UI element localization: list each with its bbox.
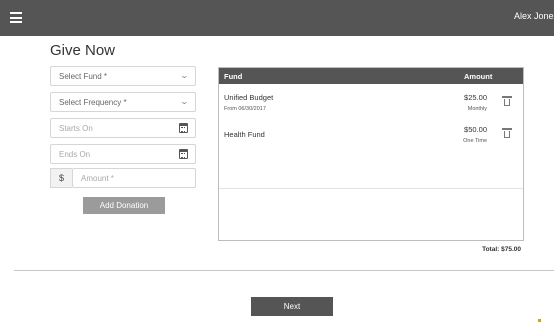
chevron-down-icon: ⌄ — [179, 71, 190, 80]
footer-divider — [14, 270, 554, 271]
starts-on-field[interactable]: Starts On — [50, 118, 196, 138]
fund-select-value: Select Fund * — [59, 72, 108, 81]
frequency-select[interactable]: Select Frequency * ⌄ — [50, 92, 196, 112]
table-row: Health Fund $50.00 One Time — [219, 120, 523, 150]
ends-on-field[interactable]: Ends On — [50, 144, 196, 164]
starts-on-placeholder: Starts On — [59, 124, 93, 133]
frequency-select-value: Select Frequency * — [59, 98, 127, 107]
chevron-down-icon: ⌄ — [179, 97, 190, 106]
add-donation-button[interactable]: Add Donation — [83, 197, 165, 214]
donation-summary-table: Fund Amount Unified Budget From 06/30/20… — [218, 67, 524, 241]
page-title: Give Now — [50, 42, 116, 59]
fund-name: Health Fund — [224, 130, 265, 139]
top-app-bar: Alex Jones — [0, 0, 554, 36]
donation-amount: $25.00 — [464, 93, 487, 102]
donation-frequency: Monthly — [467, 106, 487, 112]
donation-total: Total: $75.00 — [482, 246, 521, 253]
table-row: Unified Budget From 06/30/2017 $25.00 Mo… — [219, 88, 523, 118]
next-button[interactable]: Next — [251, 297, 333, 316]
column-header-amount: Amount — [464, 72, 493, 81]
security-badge-icon — [538, 318, 554, 326]
donation-frequency: One Time — [463, 138, 487, 144]
column-header-fund: Fund — [224, 72, 243, 81]
donation-amount: $50.00 — [464, 125, 487, 134]
amount-field[interactable]: Amount * — [72, 168, 196, 188]
table-header: Fund Amount — [219, 68, 523, 84]
calendar-icon[interactable] — [179, 149, 188, 159]
amount-placeholder: Amount * — [81, 174, 114, 183]
table-divider — [219, 188, 523, 189]
calendar-icon[interactable] — [179, 123, 188, 133]
user-name[interactable]: Alex Jones — [514, 11, 554, 21]
trash-icon[interactable] — [502, 96, 512, 106]
fund-select[interactable]: Select Fund * ⌄ — [50, 66, 196, 86]
ends-on-placeholder: Ends On — [59, 150, 91, 159]
fund-name: Unified Budget — [224, 93, 274, 102]
trash-icon[interactable] — [502, 128, 512, 138]
fund-start-date: From 06/30/2017 — [224, 106, 266, 112]
currency-prefix: $ — [50, 168, 72, 188]
hamburger-menu-icon[interactable] — [10, 12, 22, 23]
